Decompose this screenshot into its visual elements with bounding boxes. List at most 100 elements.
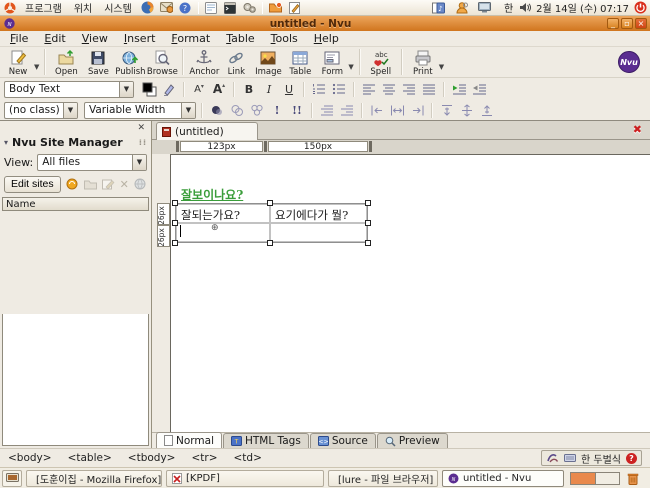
edit-sites-button[interactable]: Edit sites — [4, 176, 61, 193]
refresh-globe-icon[interactable] — [134, 178, 146, 190]
tab-normal[interactable]: Normal — [156, 432, 222, 448]
menu-file[interactable]: File — [2, 31, 36, 46]
file-manager-icon[interactable] — [205, 1, 218, 14]
strong-emphasis-button[interactable]: !! — [288, 102, 306, 119]
notes-launcher-icon[interactable] — [288, 1, 301, 14]
resize-handle[interactable] — [172, 220, 178, 226]
resize-handle[interactable] — [172, 240, 178, 246]
table-cell-r0c1[interactable]: 요기에다가 뭘? — [270, 204, 367, 223]
minimize-button[interactable]: _ — [607, 18, 619, 29]
align-center-button[interactable] — [380, 81, 398, 98]
form-button[interactable]: Form — [316, 48, 348, 77]
terminal-launcher-icon[interactable] — [224, 1, 237, 14]
taskbar-window-firefox[interactable]: [도훈이집 - Mozilla Firefox] — [26, 470, 162, 487]
decrease-font-button[interactable]: A▾ — [190, 81, 208, 98]
taskbar-window-kpdf[interactable]: [KPDF] — [166, 470, 324, 487]
align-top-button[interactable] — [438, 102, 456, 119]
tag-tr[interactable]: <tr> — [191, 452, 217, 464]
link-button[interactable]: Link — [220, 48, 252, 77]
align-bottom-button[interactable] — [478, 102, 496, 119]
new-folder-icon[interactable] — [84, 179, 97, 190]
ungroup-circles-button[interactable] — [248, 102, 266, 119]
spell-button[interactable]: abc Spell — [365, 48, 397, 77]
menu-system[interactable]: 시스템 — [101, 0, 135, 15]
align-left-button[interactable] — [360, 81, 378, 98]
grip-handle[interactable]: ⁞⁞ — [139, 138, 147, 147]
ruler-col2-width[interactable]: 150px — [268, 141, 368, 152]
ime-engine-name[interactable]: 한 두벌식 — [581, 451, 621, 466]
menu-table[interactable]: Table — [218, 31, 262, 46]
ruler-col1-width[interactable]: 123px — [180, 141, 263, 152]
menu-places[interactable]: 위치 — [71, 0, 95, 15]
resize-handle[interactable] — [172, 200, 178, 206]
resize-handle[interactable] — [365, 240, 371, 246]
open-site-icon[interactable] — [66, 178, 79, 190]
document-tab[interactable]: (untitled) — [156, 122, 258, 140]
outdent-button[interactable] — [470, 81, 488, 98]
menu-programs[interactable]: 프로그램 — [22, 0, 65, 15]
tag-body[interactable]: <body> — [8, 452, 52, 464]
applet-display-icon[interactable] — [478, 1, 491, 14]
group-circles-button[interactable] — [228, 102, 246, 119]
open-button[interactable]: Open — [50, 48, 82, 77]
form-dropdown-caret[interactable]: ▼ — [348, 63, 353, 71]
collapse-triangle-icon[interactable]: ▾ — [4, 138, 8, 147]
table-cell-r0c0[interactable]: 잘되는가요? — [176, 204, 270, 223]
selected-table[interactable]: 잘되는가요? 요기에다가 뭘? — [175, 203, 368, 243]
maximize-button[interactable]: ▫ — [621, 18, 633, 29]
applet-card-icon[interactable]: ♪ — [432, 1, 445, 14]
show-desktop-button[interactable] — [2, 470, 22, 487]
bold-button[interactable]: B — [240, 81, 258, 98]
tag-table[interactable]: <table> — [68, 452, 112, 464]
firefox-launcher-icon[interactable] — [141, 1, 154, 14]
scim-input-panel[interactable]: 한 두벌식 ? — [541, 450, 642, 466]
table-cell-r1c1[interactable] — [270, 223, 367, 242]
name-column-header[interactable]: Name — [2, 197, 149, 211]
taskbar-window-nvu[interactable]: N untitled - Nvu — [442, 470, 564, 487]
sidebar-close-icon[interactable]: ✕ — [137, 123, 145, 133]
absolute-position-right-button[interactable] — [408, 102, 426, 119]
css-class-select[interactable]: (no class) ▼ — [4, 102, 78, 119]
resize-handle[interactable] — [267, 240, 273, 246]
document-heading-text[interactable]: 잘보이나요? — [181, 186, 243, 203]
clock[interactable]: 2월 14일 (수) 07:17 — [536, 0, 629, 15]
workspace-1[interactable] — [571, 473, 595, 484]
remove-icon[interactable]: ✕ — [120, 178, 129, 191]
mail-launcher-icon[interactable] — [160, 1, 173, 14]
keyboard-mode-icon[interactable] — [564, 454, 576, 462]
save-button[interactable]: Save — [82, 48, 114, 77]
menu-insert[interactable]: Insert — [116, 31, 164, 46]
table-button[interactable]: Table — [284, 48, 316, 77]
volume-icon[interactable] — [518, 1, 531, 14]
print-button[interactable]: Print — [407, 48, 439, 77]
bulleted-list-button[interactable] — [330, 81, 348, 98]
table-move-icon[interactable]: ⊕ — [211, 223, 219, 233]
folder-launcher-icon[interactable] — [269, 1, 282, 14]
highlight-color-icon[interactable] — [160, 81, 178, 98]
help-launcher-icon[interactable]: ? — [179, 1, 192, 14]
system-monitor-icon[interactable] — [243, 1, 256, 14]
workspace-switcher[interactable] — [570, 472, 620, 485]
underline-button[interactable]: U — [280, 81, 298, 98]
tab-source[interactable]: <> Source — [310, 433, 376, 448]
definition-item-button[interactable] — [338, 102, 356, 119]
definition-list-button[interactable] — [318, 102, 336, 119]
workspace-2[interactable] — [595, 473, 619, 484]
print-dropdown-caret[interactable]: ▼ — [439, 63, 444, 71]
menu-format[interactable]: Format — [163, 31, 218, 46]
row2-height-label[interactable]: 26px — [157, 225, 170, 247]
align-right-button[interactable] — [400, 81, 418, 98]
image-button[interactable]: Image — [252, 48, 284, 77]
tab-close-icon[interactable]: ✖ — [633, 123, 642, 136]
absolute-position-center-button[interactable] — [388, 102, 406, 119]
menu-tools[interactable]: Tools — [263, 31, 306, 46]
resize-handle[interactable] — [365, 200, 371, 206]
paragraph-style-select[interactable]: Body Text ▼ — [4, 81, 134, 98]
trash-icon[interactable] — [627, 472, 639, 485]
text-color-picker[interactable] — [140, 81, 158, 98]
close-button[interactable]: × — [635, 18, 647, 29]
emphasis-button[interactable]: ! — [268, 102, 286, 119]
editing-canvas[interactable]: 26px 26px 잘보이나요? 잘되는가요? 요기에다가 뭘? ⊕ — [170, 154, 650, 432]
table-cell-r1c0[interactable] — [176, 223, 270, 242]
rename-icon[interactable] — [102, 179, 115, 190]
